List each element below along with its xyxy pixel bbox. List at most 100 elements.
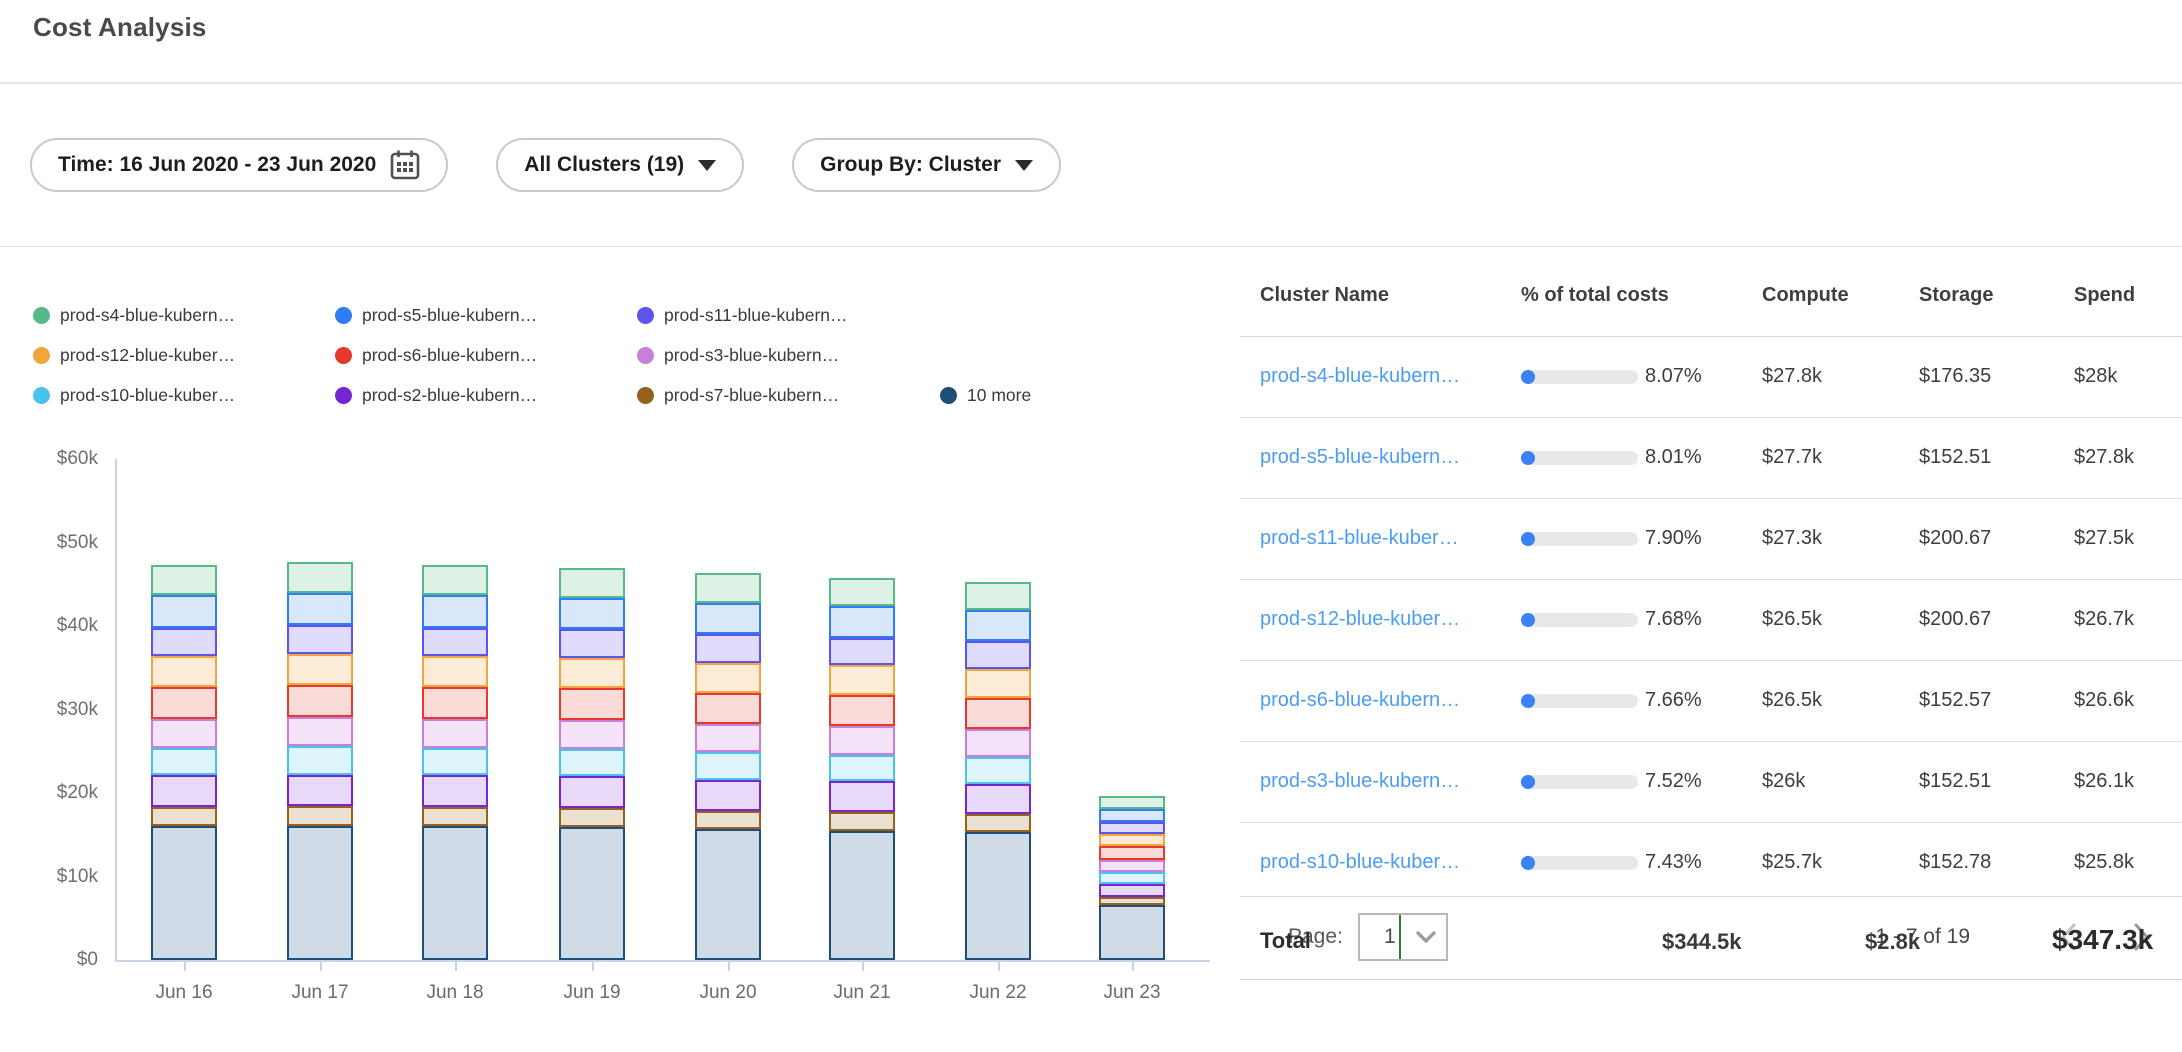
cluster-name-link[interactable]: prod-s4-blue-kubern… bbox=[1260, 365, 1460, 388]
bar-segment[interactable] bbox=[151, 826, 217, 960]
bar-segment[interactable] bbox=[829, 781, 895, 812]
legend-item[interactable]: prod-s4-blue-kubern… bbox=[33, 302, 235, 328]
bar-segment[interactable] bbox=[151, 775, 217, 807]
bar-segment[interactable] bbox=[422, 565, 488, 595]
bar-segment[interactable] bbox=[422, 595, 488, 628]
bar-segment[interactable] bbox=[695, 603, 761, 635]
legend-item[interactable]: prod-s10-blue-kuber… bbox=[33, 382, 235, 408]
bar-segment[interactable] bbox=[151, 595, 217, 628]
bar-segment[interactable] bbox=[151, 628, 217, 656]
bar-segment[interactable] bbox=[965, 729, 1031, 757]
bar-segment[interactable] bbox=[1099, 897, 1165, 905]
bar-segment[interactable] bbox=[695, 811, 761, 829]
bar-segment[interactable] bbox=[422, 687, 488, 719]
bar-segment[interactable] bbox=[965, 832, 1031, 960]
bar-segment[interactable] bbox=[287, 685, 353, 717]
bar-segment[interactable] bbox=[287, 826, 353, 960]
bar-segment[interactable] bbox=[829, 606, 895, 638]
bar-segment[interactable] bbox=[829, 578, 895, 606]
bar-segment[interactable] bbox=[965, 610, 1031, 641]
bar-segment[interactable] bbox=[965, 641, 1031, 669]
bar-segment[interactable] bbox=[287, 775, 353, 807]
bar-segment[interactable] bbox=[695, 724, 761, 752]
bar-segment[interactable] bbox=[1099, 905, 1165, 960]
clusters-filter-dropdown[interactable]: All Clusters (19) bbox=[496, 138, 744, 192]
bar-segment[interactable] bbox=[965, 784, 1031, 814]
bar-segment[interactable] bbox=[151, 687, 217, 719]
bar-segment[interactable] bbox=[422, 826, 488, 960]
bar-segment[interactable] bbox=[1099, 809, 1165, 822]
group-by-dropdown[interactable]: Group By: Cluster bbox=[792, 138, 1061, 192]
bar-segment[interactable] bbox=[287, 593, 353, 626]
cluster-name-link[interactable]: prod-s6-blue-kubern… bbox=[1260, 689, 1460, 712]
bar-segment[interactable] bbox=[1099, 796, 1165, 809]
bar-segment[interactable] bbox=[559, 598, 625, 630]
bar-segment[interactable] bbox=[422, 628, 488, 656]
bar-segment[interactable] bbox=[287, 746, 353, 774]
bar-segment[interactable] bbox=[559, 629, 625, 657]
bar-segment[interactable] bbox=[422, 656, 488, 687]
bar-segment[interactable] bbox=[695, 829, 761, 960]
bar-segment[interactable] bbox=[422, 775, 488, 807]
legend-item[interactable]: prod-s6-blue-kubern… bbox=[335, 342, 537, 368]
bar-segment[interactable] bbox=[965, 757, 1031, 784]
bar-segment[interactable] bbox=[559, 720, 625, 749]
bar-segment[interactable] bbox=[695, 780, 761, 811]
legend-item[interactable]: prod-s5-blue-kubern… bbox=[335, 302, 537, 328]
bar-segment[interactable] bbox=[287, 625, 353, 654]
bar-segment[interactable] bbox=[1099, 860, 1165, 873]
bar-segment[interactable] bbox=[559, 688, 625, 720]
bar-segment[interactable] bbox=[151, 719, 217, 748]
legend-item[interactable]: prod-s7-blue-kubern… bbox=[637, 382, 839, 408]
bar-segment[interactable] bbox=[829, 831, 895, 960]
bar-segment[interactable] bbox=[965, 698, 1031, 729]
bar-segment[interactable] bbox=[695, 634, 761, 662]
bar-segment[interactable] bbox=[151, 748, 217, 776]
legend-item[interactable]: prod-s3-blue-kubern… bbox=[637, 342, 839, 368]
bar-segment[interactable] bbox=[829, 695, 895, 726]
bar-segment[interactable] bbox=[829, 755, 895, 782]
bar-segment[interactable] bbox=[559, 658, 625, 688]
bar-segment[interactable] bbox=[151, 565, 217, 595]
cluster-name-link[interactable]: prod-s11-blue-kuber… bbox=[1260, 527, 1459, 550]
bar-segment[interactable] bbox=[965, 669, 1031, 698]
bar-segment[interactable] bbox=[287, 654, 353, 685]
bar-segment[interactable] bbox=[1099, 846, 1165, 859]
legend-item[interactable]: prod-s11-blue-kubern… bbox=[637, 302, 848, 328]
bar-segment[interactable] bbox=[1099, 872, 1165, 884]
cluster-name-link[interactable]: prod-s12-blue-kuber… bbox=[1260, 608, 1460, 631]
bar-segment[interactable] bbox=[1099, 884, 1165, 897]
bar-segment[interactable] bbox=[695, 663, 761, 693]
bar-segment[interactable] bbox=[559, 827, 625, 960]
bar-segment[interactable] bbox=[965, 814, 1031, 832]
bar-segment[interactable] bbox=[695, 573, 761, 602]
bar-segment[interactable] bbox=[829, 726, 895, 754]
legend-item[interactable]: 10 more bbox=[940, 382, 1031, 408]
bar-segment[interactable] bbox=[829, 638, 895, 666]
cluster-name-link[interactable]: prod-s3-blue-kubern… bbox=[1260, 770, 1460, 793]
bar-segment[interactable] bbox=[422, 748, 488, 776]
bar-segment[interactable] bbox=[695, 752, 761, 780]
bar-segment[interactable] bbox=[422, 719, 488, 748]
time-range-filter[interactable]: Time: 16 Jun 2020 - 23 Jun 2020 bbox=[30, 138, 448, 192]
bar-segment[interactable] bbox=[829, 665, 895, 695]
cluster-name-link[interactable]: prod-s5-blue-kubern… bbox=[1260, 446, 1460, 469]
bar-segment[interactable] bbox=[559, 776, 625, 808]
bar-segment[interactable] bbox=[287, 806, 353, 825]
bar-segment[interactable] bbox=[151, 807, 217, 826]
bar-segment[interactable] bbox=[1099, 822, 1165, 834]
bar-segment[interactable] bbox=[829, 812, 895, 830]
bar-segment[interactable] bbox=[559, 808, 625, 827]
bar-segment[interactable] bbox=[287, 562, 353, 593]
bar-segment[interactable] bbox=[695, 693, 761, 724]
bar-segment[interactable] bbox=[559, 749, 625, 777]
bar-segment[interactable] bbox=[287, 717, 353, 746]
bar-segment[interactable] bbox=[965, 582, 1031, 610]
legend-item[interactable]: prod-s2-blue-kubern… bbox=[335, 382, 537, 408]
legend-item[interactable]: prod-s12-blue-kuber… bbox=[33, 342, 235, 368]
bar-segment[interactable] bbox=[1099, 834, 1165, 847]
bar-segment[interactable] bbox=[559, 568, 625, 598]
cluster-name-link[interactable]: prod-s10-blue-kuber… bbox=[1260, 851, 1460, 874]
bar-segment[interactable] bbox=[151, 656, 217, 687]
bar-segment[interactable] bbox=[422, 807, 488, 826]
